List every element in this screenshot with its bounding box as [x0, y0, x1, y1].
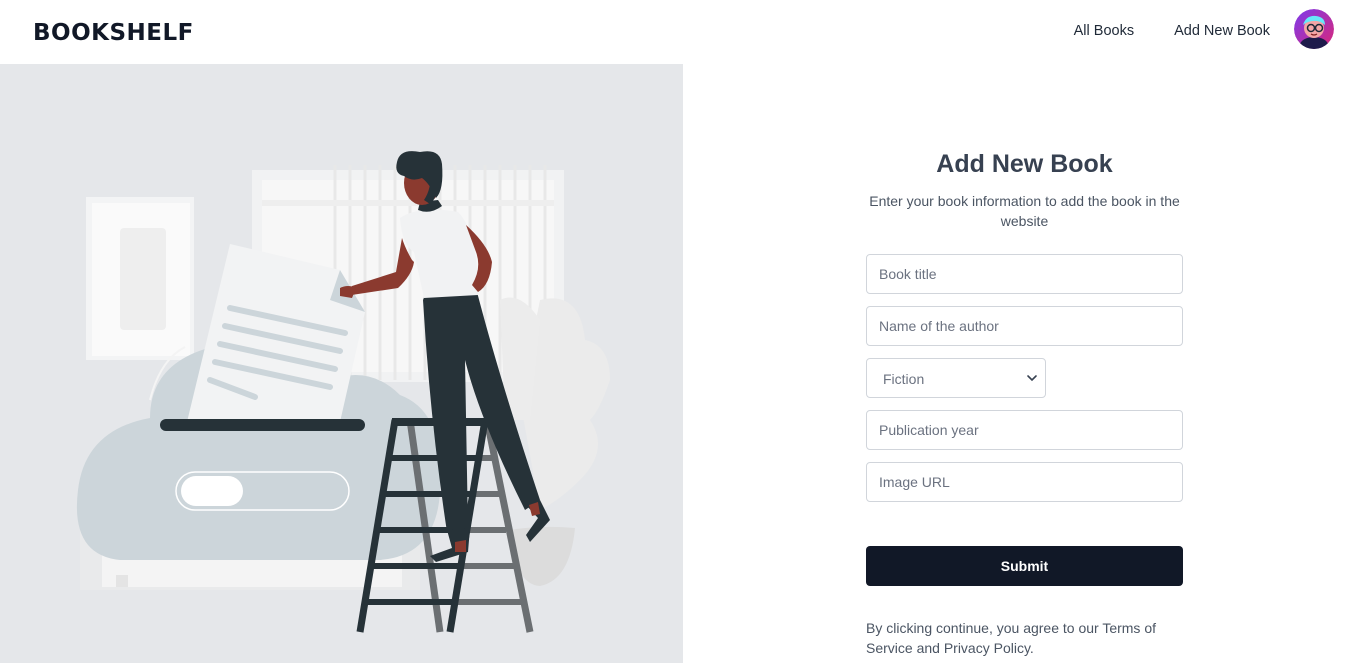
- navbar: BOOKSHELF All Books Add New Book: [0, 0, 1366, 64]
- image-url-input[interactable]: [866, 462, 1183, 502]
- nav-link-all-books[interactable]: All Books: [1074, 23, 1134, 39]
- form-subtitle: Enter your book information to add the b…: [869, 193, 1180, 229]
- author-name-input[interactable]: [866, 306, 1183, 346]
- brand-logo[interactable]: BOOKSHELF: [33, 20, 194, 46]
- illustration-panel: [0, 64, 683, 663]
- submit-button[interactable]: Submit: [866, 546, 1183, 586]
- genre-select-value: Fiction: [883, 371, 925, 387]
- nav-link-add-new-book[interactable]: Add New Book: [1174, 23, 1270, 39]
- genre-select[interactable]: Fiction: [866, 358, 1046, 398]
- publication-year-input[interactable]: [866, 410, 1183, 450]
- avatar-image-icon: [1294, 9, 1334, 49]
- avatar[interactable]: [1294, 9, 1334, 49]
- page-title: Add New Book: [936, 150, 1113, 178]
- person-filing-document-illustration: [76, 151, 610, 633]
- terms-notice: By clicking continue, you agree to our T…: [866, 620, 1157, 656]
- form-panel: Add New Book Enter your book information…: [683, 64, 1366, 663]
- book-title-input[interactable]: [866, 254, 1183, 294]
- nav-links: All Books Add New Book: [1074, 23, 1270, 39]
- chevron-down-icon: [1027, 375, 1037, 382]
